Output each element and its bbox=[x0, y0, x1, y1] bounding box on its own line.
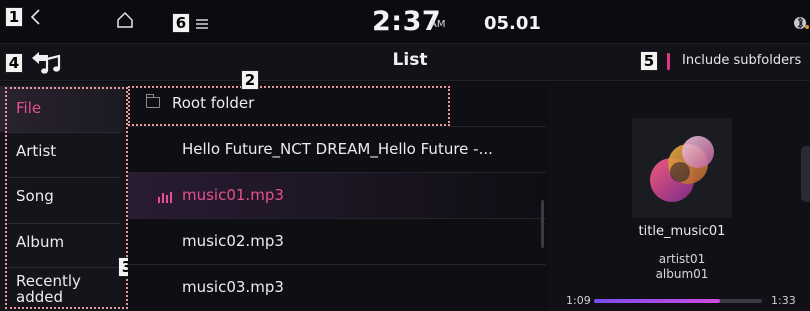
elapsed-time: 1:09 bbox=[566, 294, 591, 307]
list-item[interactable]: music02.mp3 bbox=[128, 219, 546, 265]
file-label: music01.mp3 bbox=[182, 186, 284, 204]
list-item[interactable]: music01.mp3 bbox=[128, 173, 546, 219]
annotation-box-2 bbox=[128, 86, 450, 126]
callout-5: 5 bbox=[640, 51, 658, 71]
file-label: music03.mp3 bbox=[182, 278, 284, 296]
bluetooth-icon bbox=[793, 14, 810, 36]
date-display: 05.01 bbox=[484, 13, 541, 34]
menu-icon[interactable] bbox=[195, 15, 209, 34]
subfolders-label[interactable]: Include subfolders bbox=[682, 53, 801, 68]
track-artist: artist01 bbox=[658, 252, 706, 266]
track-album: album01 bbox=[655, 267, 709, 281]
track-title: title_music01 bbox=[638, 224, 726, 239]
clock-am-pm: AM bbox=[430, 19, 446, 30]
progress-fill bbox=[594, 299, 720, 303]
file-label: music02.mp3 bbox=[182, 232, 284, 250]
album-art[interactable] bbox=[632, 118, 732, 218]
callout-6: 6 bbox=[172, 13, 190, 33]
list-item[interactable]: Hello Future_NCT DREAM_Hello Future -... bbox=[128, 127, 546, 173]
list-scrollbar[interactable] bbox=[541, 200, 544, 248]
total-time: 1:33 bbox=[771, 294, 796, 307]
side-panel-handle[interactable] bbox=[801, 146, 810, 202]
list-item[interactable]: music03.mp3 bbox=[128, 265, 546, 311]
progress-bar[interactable] bbox=[594, 299, 762, 303]
callout-1: 1 bbox=[5, 7, 23, 27]
callout-2: 2 bbox=[241, 70, 259, 90]
back-chevron-icon[interactable] bbox=[28, 6, 44, 33]
home-icon[interactable] bbox=[116, 11, 134, 33]
file-label: Hello Future_NCT DREAM_Hello Future -... bbox=[182, 140, 493, 158]
annotation-box-3 bbox=[5, 87, 128, 309]
subfolders-toggle[interactable] bbox=[667, 53, 670, 70]
now-playing-icon bbox=[158, 191, 175, 203]
